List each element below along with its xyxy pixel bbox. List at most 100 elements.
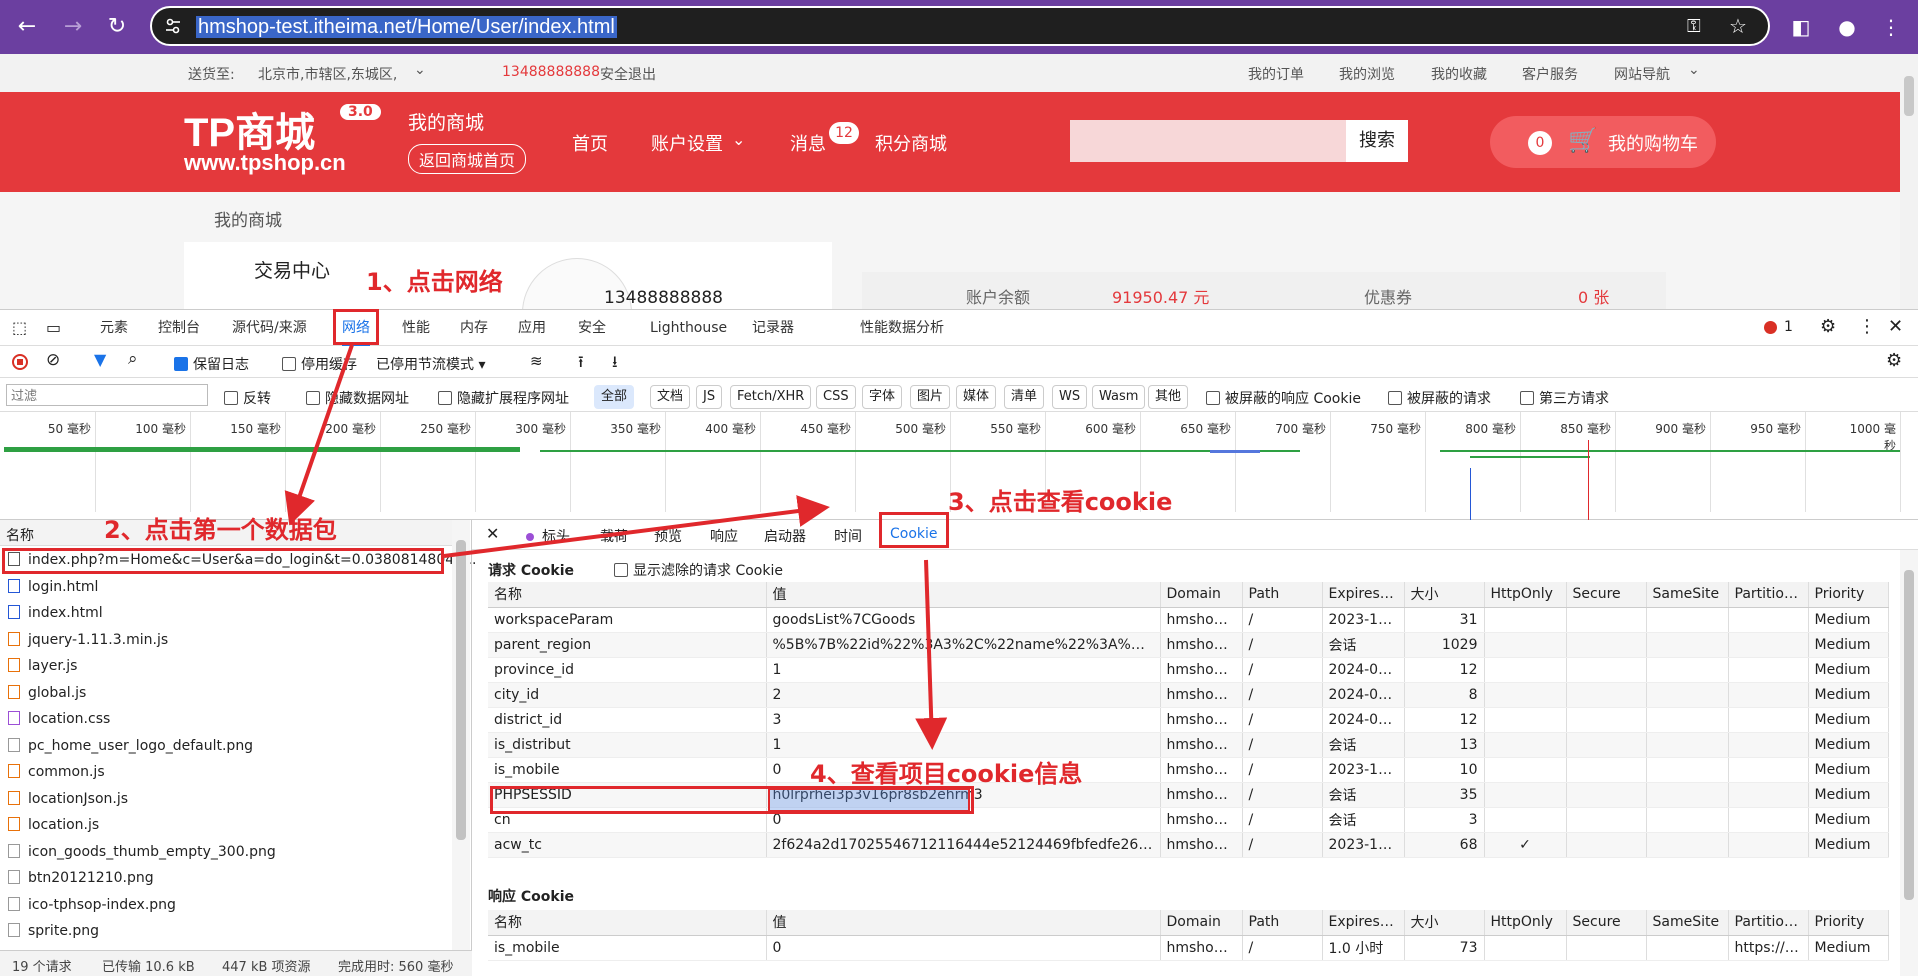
inspect-icon[interactable]: ⬚ — [12, 318, 27, 337]
column-header[interactable]: Path — [1242, 910, 1323, 936]
column-header[interactable]: Expires /... — [1322, 910, 1405, 936]
tab-elements[interactable]: 元素 — [100, 310, 128, 346]
request-row[interactable]: index.html — [8, 600, 103, 626]
request-row[interactable]: pc_home_user_logo_default.png — [8, 733, 253, 759]
column-header[interactable]: Partition... — [1728, 910, 1809, 936]
back-icon[interactable]: ← — [10, 10, 44, 44]
type-filter-other[interactable]: 其他 — [1148, 385, 1189, 409]
name-column-header[interactable]: 名称 — [6, 525, 34, 545]
column-header[interactable]: Secure — [1566, 910, 1647, 936]
column-header[interactable]: 名称 — [488, 910, 767, 936]
search-button[interactable]: 搜索 — [1346, 120, 1408, 162]
cookie-row[interactable]: workspaceParam goodsList%7CGoods hmshop...… — [488, 607, 1889, 633]
search-input[interactable] — [1070, 120, 1346, 162]
chevron-down-icon[interactable]: ⌄ — [1688, 62, 1700, 78]
balance-value[interactable]: 91950.47 元 — [1112, 284, 1209, 308]
forward-icon[interactable]: → — [56, 10, 90, 44]
bookmark-star-icon[interactable]: ☆ — [1729, 14, 1747, 38]
tab-initiator[interactable]: 启动器 — [764, 526, 806, 546]
clear-icon[interactable]: ⊘ — [46, 350, 60, 370]
column-header[interactable]: Domain — [1160, 910, 1243, 936]
cookie-row[interactable]: acw_tc 2f624a2d17025546712116444e52124469… — [488, 832, 1889, 858]
cookie-row[interactable]: district_id 3 hmshop.../2024-01... 12 Medium — [488, 707, 1889, 733]
site-info-icon[interactable] — [164, 17, 182, 35]
invert-checkbox[interactable]: 反转 — [224, 388, 271, 408]
close-icon[interactable]: ✕ — [1888, 316, 1903, 337]
logout-link[interactable]: 安全退出 — [600, 64, 656, 84]
record-stop-icon[interactable] — [12, 354, 28, 370]
error-icon[interactable] — [1764, 321, 1777, 334]
blocked-cookies-checkbox[interactable]: 被屏蔽的响应 Cookie — [1206, 388, 1361, 408]
tab-recorder[interactable]: 记录器 — [752, 310, 794, 346]
tab-performance-insights[interactable]: 性能数据分析 — [860, 310, 944, 346]
request-row[interactable]: icon_goods_thumb_empty_300.png — [8, 839, 276, 865]
coupon-value[interactable]: 0 张 — [1578, 284, 1609, 308]
request-row[interactable]: login.html — [8, 574, 98, 600]
back-home-button[interactable]: 返回商城首页 — [408, 144, 527, 174]
user-phone[interactable]: 13488888888 — [502, 64, 600, 80]
disable-cache-checkbox[interactable]: 停用缓存 — [282, 354, 357, 374]
type-filter-fetch[interactable]: Fetch/XHR — [730, 385, 812, 409]
type-filter-wasm[interactable]: Wasm — [1092, 385, 1146, 409]
chevron-down-icon[interactable]: ⌄ — [732, 130, 745, 149]
tab-response[interactable]: 响应 — [710, 526, 738, 546]
column-header[interactable]: Domain — [1160, 582, 1243, 608]
column-header[interactable]: Secure — [1566, 582, 1647, 608]
request-row[interactable]: global.js — [8, 680, 86, 706]
filter-icon[interactable]: ▼ — [94, 350, 106, 369]
column-header[interactable]: 值 — [766, 910, 1161, 936]
column-header[interactable]: Expires /... — [1322, 582, 1405, 608]
menu-icon[interactable]: ⋮ — [1874, 10, 1908, 44]
tab-memory[interactable]: 内存 — [460, 310, 488, 346]
type-filter-js[interactable]: JS — [696, 385, 723, 409]
tab-application[interactable]: 应用 — [518, 310, 546, 346]
request-row[interactable]: locationJson.js — [8, 786, 128, 812]
address-bar[interactable]: hmshop-test.itheima.net/Home/User/index.… — [150, 6, 1770, 46]
column-header[interactable]: SameSite — [1646, 910, 1729, 936]
request-row[interactable]: location.js — [8, 812, 99, 838]
request-row[interactable]: layer.js — [8, 653, 77, 679]
tab-console[interactable]: 控制台 — [158, 310, 200, 346]
reload-icon[interactable]: ↻ — [100, 10, 134, 44]
filter-input[interactable] — [6, 384, 208, 406]
cookie-row[interactable]: city_id 2 hmshop.../2024-01... 8 Medium — [488, 682, 1889, 708]
detail-scrollbar[interactable] — [1900, 550, 1918, 976]
tab-headers[interactable]: 标头 — [542, 526, 570, 546]
nav-home[interactable]: 首页 — [572, 130, 608, 156]
side-panel-icon[interactable]: ◧ — [1784, 10, 1818, 44]
settings-gear-icon[interactable]: ⚙ — [1820, 316, 1836, 337]
cookie-row[interactable]: is_mobile 0 hmshop.../2023-12... 10 Medium — [488, 757, 1889, 783]
profile-icon[interactable]: ● — [1830, 10, 1864, 44]
cookie-row[interactable]: province_id 1 hmshop.../2024-01... 12 Medium — [488, 657, 1889, 683]
tab-security[interactable]: 安全 — [578, 310, 606, 346]
tab-preview[interactable]: 预览 — [654, 526, 682, 546]
preserve-log-checkbox[interactable]: 保留日志 — [174, 354, 249, 374]
column-header[interactable]: Path — [1242, 582, 1323, 608]
tab-timing[interactable]: 时间 — [834, 526, 862, 546]
column-header[interactable]: 大小 — [1404, 582, 1485, 608]
type-filter-img[interactable]: 图片 — [910, 385, 951, 409]
import-har-icon[interactable]: ⭱ — [578, 351, 584, 378]
column-header[interactable]: Partition... — [1728, 582, 1809, 608]
request-row[interactable]: common.js — [8, 759, 105, 785]
request-row[interactable]: location.css — [8, 706, 110, 732]
wifi-conditions-icon[interactable]: ≋ — [530, 352, 543, 370]
tab-payload[interactable]: 载荷 — [600, 526, 628, 546]
throttle-select[interactable]: 已停用节流模式 ▾ — [376, 354, 485, 374]
link-favorites[interactable]: 我的收藏 — [1431, 64, 1487, 84]
network-settings-icon[interactable]: ⚙ — [1886, 350, 1902, 371]
request-row[interactable]: btn20121210.png — [8, 865, 154, 891]
nav-messages[interactable]: 消息 — [790, 130, 826, 156]
link-site-nav[interactable]: 网站导航 — [1614, 64, 1670, 84]
close-icon[interactable]: ✕ — [486, 524, 499, 543]
third-party-checkbox[interactable]: 第三方请求 — [1520, 388, 1609, 408]
tab-sources[interactable]: 源代码/来源 — [232, 310, 307, 346]
nav-points-mall[interactable]: 积分商城 — [875, 130, 947, 156]
nav-account-settings[interactable]: 账户设置 — [651, 130, 723, 156]
show-filtered-checkbox[interactable]: 显示滤除的请求 Cookie — [614, 560, 783, 580]
request-row[interactable]: sprite.png — [8, 918, 99, 944]
cookie-row[interactable]: parent_region %5B%7B%22id%22%3A3%2C%22nam… — [488, 632, 1889, 658]
tab-performance[interactable]: 性能 — [402, 310, 430, 346]
type-filter-all[interactable]: 全部 — [594, 385, 635, 409]
blocked-requests-checkbox[interactable]: 被屏蔽的请求 — [1388, 388, 1491, 408]
